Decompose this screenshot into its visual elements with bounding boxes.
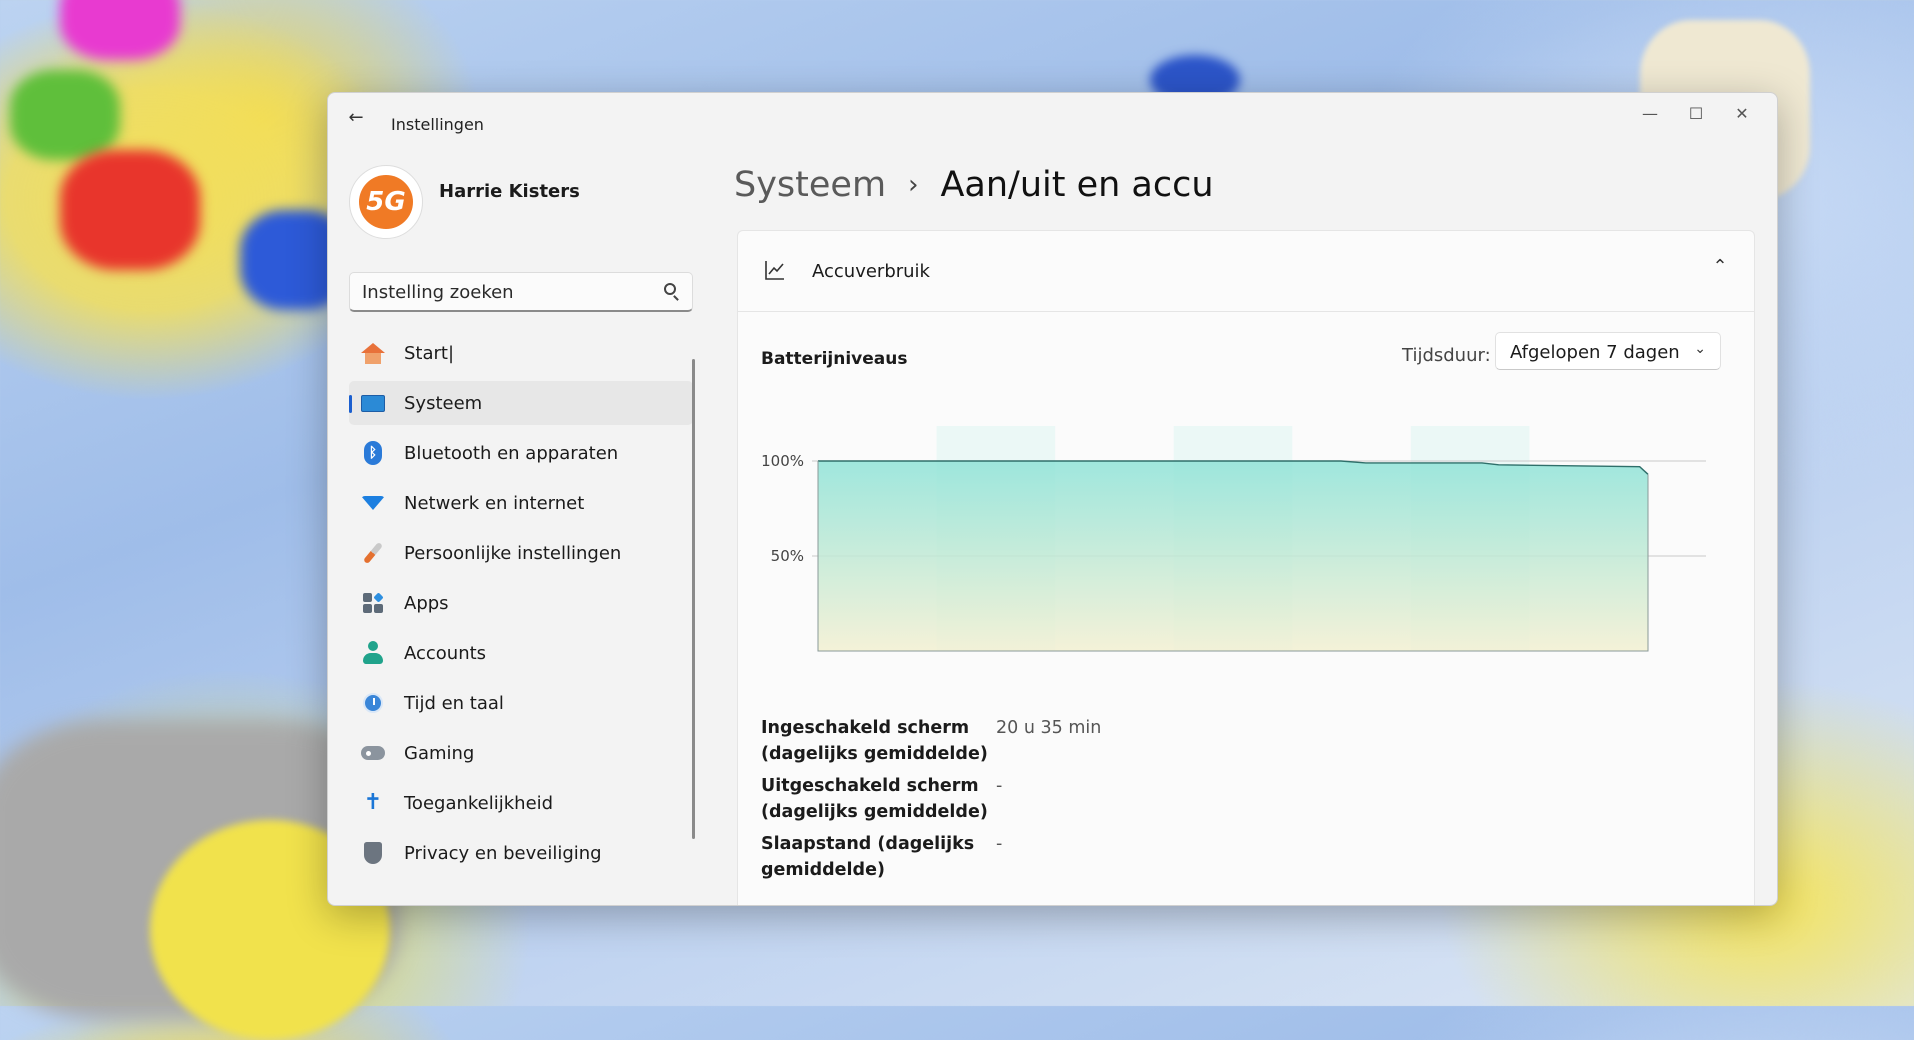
sidebar-item-accounts[interactable]: Accounts — [349, 631, 693, 675]
stat-value: - — [996, 776, 1003, 796]
sidebar-item-label: Start| — [404, 343, 455, 364]
accessibility-icon: ✝ — [363, 790, 383, 815]
settings-window: ← Instellingen — ☐ ✕ 5G Harrie Kisters S… — [327, 92, 1778, 906]
avatar[interactable]: 5G — [349, 165, 423, 239]
sidebar-item-tijd-en-taal[interactable]: Tijd en taal — [349, 681, 693, 725]
y-tick-label: 50% — [771, 547, 804, 565]
search-icon[interactable] — [664, 283, 676, 295]
avatar-logo: 5G — [359, 175, 413, 229]
sidebar-item-label: Accounts — [404, 643, 487, 664]
sidebar-item-label: Netwerk en internet — [404, 493, 585, 514]
title-bar: ← Instellingen — ☐ ✕ — [328, 93, 1777, 139]
home-icon — [361, 341, 385, 365]
sidebar-scrollbar[interactable] — [692, 359, 695, 839]
sidebar-item-start[interactable]: Start| — [349, 331, 693, 375]
card-header[interactable]: Accuverbruik ⌃ — [738, 231, 1754, 312]
background-blob — [60, 150, 200, 270]
sidebar-item-label: Tijd en taal — [404, 693, 504, 714]
chevron-down-icon: ⌄ — [1694, 341, 1706, 357]
sidebar-item-label: Systeem — [404, 393, 483, 414]
breadcrumb: Systeem › Aan/uit en accu — [734, 165, 1214, 205]
battery-area — [818, 461, 1648, 651]
person-icon — [361, 641, 385, 665]
breadcrumb-parent[interactable]: Systeem — [734, 165, 886, 205]
sidebar-item-label: Privacy en beveiliging — [404, 843, 602, 864]
sidebar-item-label: Bluetooth en apparaten — [404, 443, 619, 464]
maximize-button[interactable]: ☐ — [1673, 101, 1719, 131]
stat-label: Uitgeschakeld scherm (dagelijks gemiddel… — [761, 776, 988, 822]
sidebar-item-toegankelijkheid[interactable]: ✝ Toegankelijkheid — [349, 781, 693, 825]
card-title: Accuverbruik — [812, 261, 930, 282]
stat-row: Ingeschakeld scherm (dagelijks gemiddeld… — [761, 715, 1721, 767]
stat-label: Ingeschakeld scherm (dagelijks gemiddeld… — [761, 718, 988, 764]
line-chart-icon — [765, 261, 784, 280]
sidebar-item-privacy[interactable]: Privacy en beveiliging — [349, 831, 693, 875]
stat-value: - — [996, 834, 1003, 854]
close-button[interactable]: ✕ — [1719, 101, 1765, 131]
period-dropdown[interactable]: Afgelopen 7 dagen ⌄ — [1495, 332, 1721, 370]
background-blob — [60, 0, 180, 60]
stat-row: Uitgeschakeld scherm (dagelijks gemiddel… — [761, 773, 1721, 825]
sidebar-item-label: Gaming — [404, 743, 475, 764]
sidebar-item-label: Apps — [404, 593, 449, 614]
period-dropdown-value: Afgelopen 7 dagen — [1510, 342, 1680, 363]
bluetooth-icon: ᛒ — [361, 441, 385, 465]
sidebar-item-label: Persoonlijke instellingen — [404, 543, 622, 564]
clock-globe-icon — [361, 691, 385, 715]
background-blob — [10, 70, 120, 160]
sidebar-item-systeem[interactable]: Systeem — [349, 381, 693, 425]
stat-label: Slaapstand (dagelijks gemiddelde) — [761, 834, 975, 880]
monitor-icon — [361, 391, 385, 415]
battery-usage-card: Accuverbruik ⌃ Batterijniveaus Tijdsduur… — [737, 230, 1755, 905]
y-tick-label: 100% — [761, 452, 804, 470]
battery-stats: Ingeschakeld scherm (dagelijks gemiddeld… — [761, 715, 1721, 889]
stat-value: 20 u 35 min — [996, 718, 1102, 738]
apps-icon — [361, 591, 385, 615]
sidebar-nav: Start| Systeem ᛒ Bluetooth en apparaten … — [349, 331, 693, 881]
battery-level-chart: 100% 50% — [761, 426, 1706, 652]
chevron-up-icon[interactable]: ⌃ — [1708, 255, 1732, 279]
sidebar-item-gaming[interactable]: Gaming — [349, 731, 693, 775]
sidebar-item-netwerk[interactable]: Netwerk en internet — [349, 481, 693, 525]
stat-row: Slaapstand (dagelijks gemiddelde) - — [761, 831, 1721, 883]
shield-icon — [361, 841, 385, 865]
sidebar-item-label: Toegankelijkheid — [404, 793, 554, 814]
search-box[interactable] — [349, 272, 693, 312]
wifi-icon — [361, 491, 385, 515]
gamepad-icon — [361, 741, 385, 765]
sidebar-item-bluetooth[interactable]: ᛒ Bluetooth en apparaten — [349, 431, 693, 475]
back-arrow-icon[interactable]: ← — [344, 107, 368, 131]
chevron-right-icon: › — [908, 170, 919, 200]
brush-icon — [361, 541, 385, 565]
sidebar-item-apps[interactable]: Apps — [349, 581, 693, 625]
profile-name: Harrie Kisters — [439, 181, 580, 202]
section-title: Batterijniveaus — [761, 349, 908, 369]
search-input[interactable] — [350, 273, 664, 311]
period-label: Tijdsduur: — [1402, 345, 1491, 366]
page-title: Aan/uit en accu — [940, 165, 1214, 205]
sidebar-item-persoonlijk[interactable]: Persoonlijke instellingen — [349, 531, 693, 575]
app-title: Instellingen — [391, 115, 484, 134]
minimize-button[interactable]: — — [1627, 101, 1673, 131]
